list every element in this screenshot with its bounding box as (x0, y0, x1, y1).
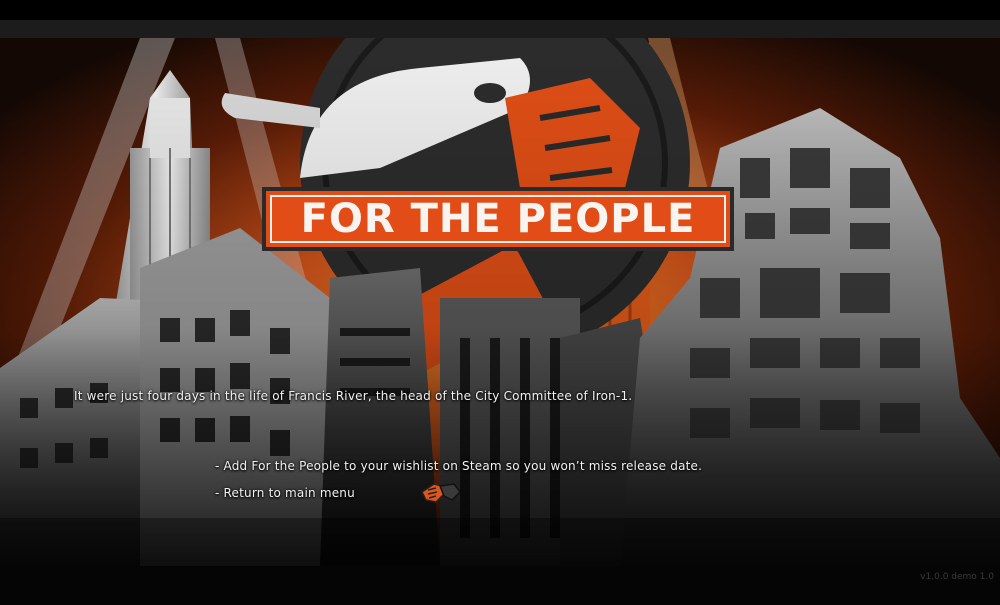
intro-dialogue-text: It were just four days in the life of Fr… (74, 389, 633, 403)
hand-cursor-icon (421, 483, 461, 503)
version-label: v1.0.0 demo 1.0 (920, 572, 994, 582)
window-top-bar (0, 0, 1000, 20)
window-bottom-bar (0, 566, 1000, 605)
city-background (0, 38, 1000, 566)
game-screen: FOR THE PEOPLE It were just four days in… (0, 0, 1000, 605)
game-logo-banner: FOR THE PEOPLE (262, 187, 734, 251)
window-title-strip (0, 20, 1000, 38)
game-logo-title: FOR THE PEOPLE (300, 196, 696, 242)
wishlist-option[interactable]: - Add For the People to your wishlist on… (215, 459, 702, 473)
return-to-menu-option[interactable]: - Return to main menu (215, 486, 355, 500)
